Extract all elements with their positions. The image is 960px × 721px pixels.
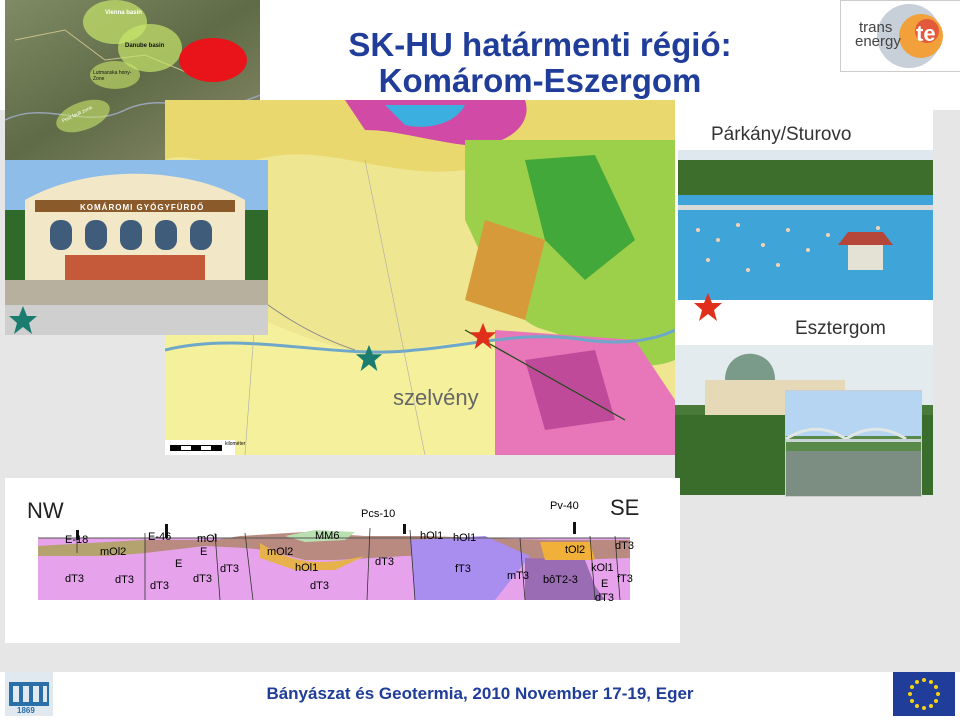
unit-label: dT3 xyxy=(595,592,614,604)
unit-label: dT3 xyxy=(615,540,634,552)
well-label-e18: E-18 xyxy=(65,534,89,546)
unit-label: dT3 xyxy=(115,574,134,586)
map-label-danube-basin: Danube basin xyxy=(125,43,165,49)
cross-section-panel: NW SE E-18 E-46 Pcs-10 Pv-40 mOl2 dT3 dT… xyxy=(5,478,680,643)
star-teal-left xyxy=(9,306,37,334)
unit-label: E xyxy=(601,578,609,590)
esztergom-label: Esztergom xyxy=(795,318,886,339)
star-red-esztergom xyxy=(694,293,722,321)
star-teal-map xyxy=(355,344,383,372)
unit-label: hOl1 xyxy=(295,562,319,574)
unit-label: fT3 xyxy=(617,573,633,585)
unit-label: mT3 xyxy=(507,570,529,582)
geologic-cross-section xyxy=(38,522,630,601)
well-label-e46: E-46 xyxy=(148,531,172,543)
map-label-zone-a: Lutmanska hony-Zone xyxy=(93,70,132,82)
footer-text: Bányászat és Geotermia, 2010 November 17… xyxy=(266,684,694,703)
eu-flag xyxy=(893,672,955,716)
unit-label: mOl2 xyxy=(267,546,294,558)
crest-year: 1869 xyxy=(17,706,35,715)
scale-bar xyxy=(170,445,222,451)
eu-flag-icon xyxy=(908,678,940,710)
unit-label: dT3 xyxy=(193,573,212,585)
parkany-label: Párkány/Sturovo xyxy=(711,124,852,145)
photo-esztergom-panel: Esztergom xyxy=(675,300,933,497)
scale-label: kilométer xyxy=(225,441,246,447)
well-label-pcs10: Pcs-10 xyxy=(361,508,396,520)
unit-label: mOl xyxy=(197,533,218,545)
unit-label: dT3 xyxy=(310,580,329,592)
map-label-vienna-basin: Vienna basin xyxy=(105,10,142,16)
slide-title-line2: Komárom-Eszergom xyxy=(378,62,702,99)
photo-parkany-panel: Párkány/Sturovo xyxy=(675,110,933,300)
unit-label: MM6 xyxy=(315,530,340,542)
unit-label: tOl2 xyxy=(565,544,586,556)
transenergy-logo: trans energy te xyxy=(840,0,960,72)
unit-label: hOl1 xyxy=(453,532,477,544)
unit-label: dT3 xyxy=(220,563,239,575)
unit-label: dT3 xyxy=(375,556,394,568)
unit-label: dT3 xyxy=(150,580,169,592)
unit-label: dT3 xyxy=(65,573,84,585)
photo-komarom-spa: KOMÁROMI GYÓGYFÜRDŐ xyxy=(5,160,268,305)
logo-text-energy: energy xyxy=(855,33,901,50)
photo-parkany-pool xyxy=(678,150,933,300)
star-red-map xyxy=(469,322,497,350)
spa-building-image xyxy=(5,160,268,305)
photo-strip xyxy=(5,305,268,335)
profile-label: szelvény xyxy=(393,385,479,410)
university-crest: 1869 xyxy=(5,672,53,716)
unit-label: kOl1 xyxy=(591,562,614,574)
unit-label: E xyxy=(200,546,208,558)
unit-label: hOl1 xyxy=(420,530,444,542)
unit-label: bôT2-3 xyxy=(543,574,578,586)
bridge-image xyxy=(786,391,921,496)
unit-label: mOl2 xyxy=(100,546,127,558)
unit-label: E xyxy=(175,558,183,570)
pool-image xyxy=(678,150,933,300)
slide-title-line1: SK-HU határmenti régió: xyxy=(348,26,732,63)
photo-danube-bridge xyxy=(785,390,922,497)
logo-mark: te xyxy=(916,21,936,46)
unit-label: fT3 xyxy=(455,563,471,575)
well-label-pv40: Pv-40 xyxy=(550,500,579,512)
building-sign: KOMÁROMI GYÓGYFÜRDŐ xyxy=(80,203,205,212)
